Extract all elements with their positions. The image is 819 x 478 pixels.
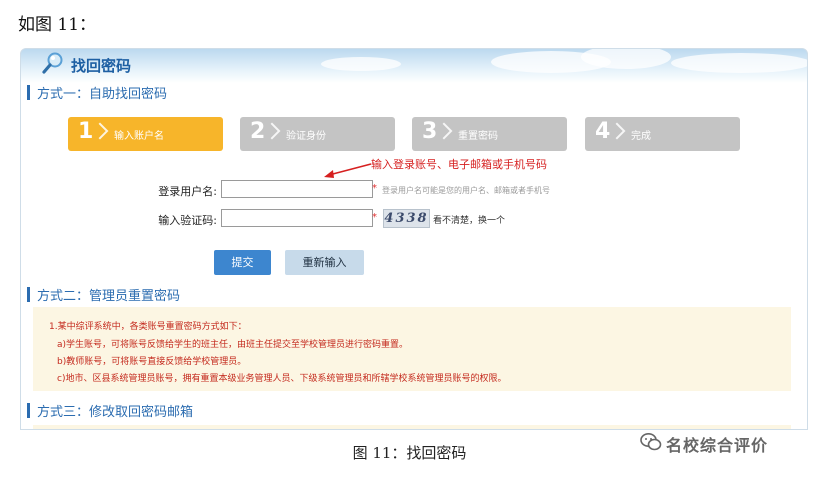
method3-title: 方式三：修改取回密码邮箱 bbox=[27, 401, 193, 420]
captcha-label: 输入验证码: bbox=[158, 214, 217, 227]
admin-info-line: b)教师账号，可将账号直接反馈给学校管理员。 bbox=[57, 357, 247, 367]
step-2: 2 验证身份 bbox=[240, 117, 395, 151]
method1-title: 方式一：自助找回密码 bbox=[27, 83, 167, 102]
step-label: 验证身份 bbox=[286, 131, 326, 142]
step-label: 输入账户名 bbox=[114, 131, 164, 142]
step-progress: 1 输入账户名 2 验证身份 3 重置密码 4 完成 bbox=[68, 117, 740, 151]
submit-button[interactable]: 提交 bbox=[214, 250, 271, 275]
magnifier-icon bbox=[41, 51, 65, 79]
captcha-refresh-link[interactable]: 看不清楚，换一个 bbox=[433, 213, 505, 226]
section-bar bbox=[27, 287, 30, 302]
step-1: 1 输入账户名 bbox=[68, 117, 223, 151]
captcha-input[interactable] bbox=[221, 209, 373, 227]
captcha-image[interactable]: 4338 bbox=[383, 209, 430, 228]
required-mark: * bbox=[372, 212, 377, 223]
chevron-right-icon bbox=[608, 122, 626, 140]
admin-info-line: a)学生账号，可将账号反馈给学生的班主任，由班主任提交至学校管理员进行密码重置。 bbox=[57, 340, 409, 350]
method2-title-text: 方式二：管理员重置密码 bbox=[37, 289, 181, 304]
method2-title: 方式二：管理员重置密码 bbox=[27, 285, 180, 304]
username-input[interactable] bbox=[221, 180, 373, 198]
username-row: 登录用户名: * 登录用户名可能是您的用户名、邮箱或者手机号 bbox=[21, 180, 807, 200]
chevron-right-icon bbox=[91, 122, 109, 140]
section-bar bbox=[27, 403, 30, 418]
chevron-right-icon bbox=[263, 122, 281, 140]
step-4: 4 完成 bbox=[585, 117, 740, 151]
watermark: 名校综合评价 bbox=[640, 432, 768, 456]
document-heading: 如图 11： bbox=[18, 15, 97, 35]
reset-button[interactable]: 重新输入 bbox=[285, 250, 364, 275]
username-hint: 登录用户名可能是您的用户名、邮箱或者手机号 bbox=[382, 186, 550, 195]
method3-box bbox=[33, 425, 791, 429]
captcha-row: 输入验证码: * 4338 看不清楚，换一个 bbox=[21, 209, 807, 229]
step-label: 重置密码 bbox=[458, 131, 498, 142]
required-mark: * bbox=[372, 183, 377, 194]
admin-info-line: c)地市、区县系统管理员账号，拥有重置本级业务管理人员、下级系统管理员和所辖学校… bbox=[57, 374, 507, 384]
username-label: 登录用户名: bbox=[158, 185, 217, 198]
watermark-text: 名校综合评价 bbox=[666, 436, 769, 455]
wechat-icon bbox=[640, 432, 662, 456]
method1-title-text: 方式一：自助找回密码 bbox=[37, 87, 168, 102]
password-recovery-screenshot: 找回密码 方式一：自助找回密码 1 输入账户名 2 验证身份 3 重置密码 4 … bbox=[20, 48, 808, 430]
step-3: 3 重置密码 bbox=[412, 117, 567, 151]
page-title-text: 找回密码 bbox=[71, 56, 132, 75]
chevron-right-icon bbox=[435, 122, 453, 140]
annotation-arrow-icon bbox=[324, 163, 372, 178]
page-title: 找回密码 bbox=[41, 51, 131, 79]
admin-info-line: 1.某中综评系统中，各类账号重置密码方式如下： bbox=[49, 322, 247, 332]
annotation-text: 输入登录账号、电子邮箱或手机号码 bbox=[371, 158, 547, 171]
sky-banner bbox=[21, 49, 807, 79]
step-label: 完成 bbox=[631, 131, 651, 142]
method3-title-text: 方式三：修改取回密码邮箱 bbox=[37, 405, 194, 420]
admin-reset-info: 1.某中综评系统中，各类账号重置密码方式如下： a)学生账号，可将账号反馈给学生… bbox=[33, 307, 791, 391]
section-bar bbox=[27, 85, 30, 100]
